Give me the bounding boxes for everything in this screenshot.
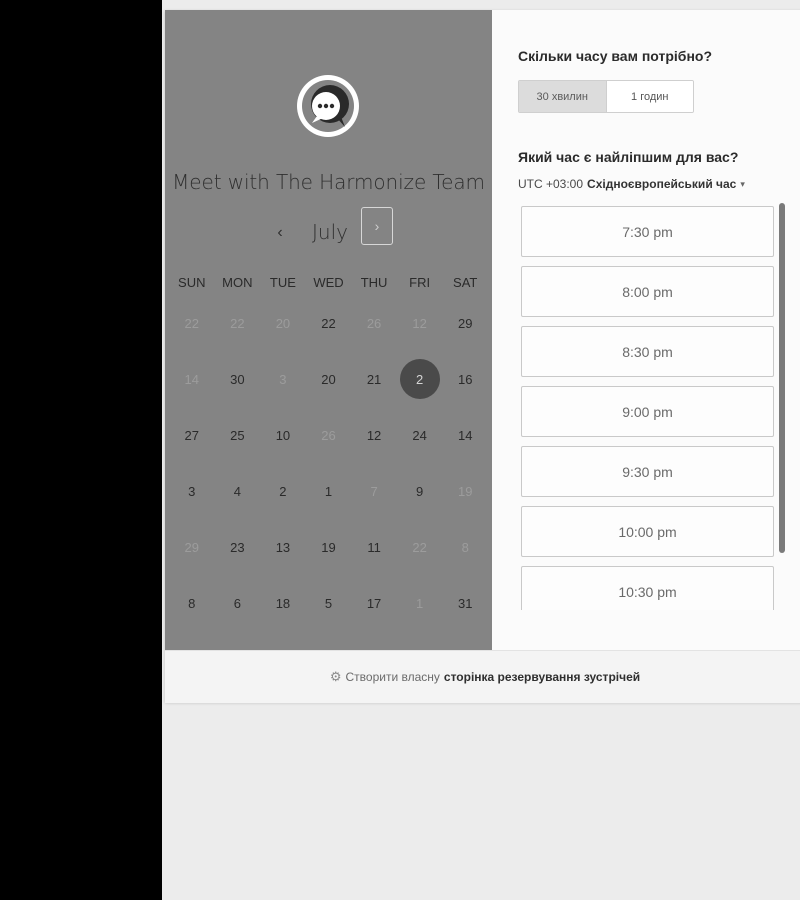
duration-30-button[interactable]: 30 хвилин <box>519 81 607 112</box>
calendar-day[interactable]: 25 <box>217 415 257 455</box>
time-slot-button[interactable]: 10:30 pm <box>521 566 774 610</box>
footer-booking-page-link[interactable]: сторінка резервування зустрічей <box>444 670 640 684</box>
calendar-day: 14 <box>184 371 200 387</box>
calendar-day: 8 <box>461 539 469 555</box>
chevron-left-icon: ‹ <box>277 224 283 241</box>
weekday-label: SAT <box>453 275 478 290</box>
timezone-select[interactable]: UTC +03:00 Східноєвропейський час ▾ <box>518 175 745 193</box>
sprocket-icon: ⚙ <box>329 669 342 684</box>
calendar-day-selected[interactable]: 2 <box>399 359 440 399</box>
calendar-day[interactable]: 4 <box>217 471 257 511</box>
calendar-day: 20 <box>275 315 291 331</box>
calendar-day: 29 <box>184 539 200 555</box>
calendar-day[interactable]: 17 <box>354 583 394 623</box>
calendar-day[interactable]: 13 <box>263 527 303 567</box>
calendar-day[interactable]: 29 <box>445 303 485 343</box>
calendar-day: 19 <box>457 483 473 499</box>
calendar-day[interactable]: 31 <box>445 583 485 623</box>
timezone-name: Східноєвропейський час <box>587 177 737 191</box>
calendar-day[interactable]: 11 <box>354 527 394 567</box>
time-slot-button[interactable]: 9:00 pm <box>521 386 774 437</box>
calendar-day: 1 <box>416 595 424 611</box>
calendar-day[interactable]: 21 <box>354 359 394 399</box>
footer-create-text[interactable]: Створити власну <box>346 670 440 684</box>
weekday-label: THU <box>360 275 388 290</box>
calendar-day[interactable]: 14 <box>445 415 485 455</box>
calendar-day[interactable]: 19 <box>308 527 348 567</box>
scrollbar[interactable] <box>779 203 785 553</box>
calendar-day: 12 <box>412 315 427 331</box>
weekday-label: SUN <box>178 275 206 290</box>
timezone-offset: UTC +03:00 <box>518 177 584 191</box>
calendar-day[interactable]: 24 <box>400 415 440 455</box>
weekday-label: WED <box>313 275 344 290</box>
meetings-booking-card: Meet with The Harmonize Team ‹ July › SU… <box>165 10 800 703</box>
calendar-day: 22 <box>230 315 245 331</box>
calendar-day[interactable]: 8 <box>172 583 212 623</box>
calendar-day: 22 <box>412 539 427 555</box>
chat-bubble-logo-icon <box>297 75 359 137</box>
calendar-day[interactable]: 2 <box>263 471 303 511</box>
weekday-header: SUN MON TUE WED THU FRI SAT <box>169 275 488 295</box>
time-selection-panel: Скільки часу вам потрібно? 30 хвилин 1 г… <box>492 10 800 650</box>
weekday-label: MON <box>222 275 253 290</box>
black-margin <box>0 0 162 900</box>
next-month-button[interactable]: › <box>361 207 393 245</box>
calendar-day[interactable]: 6 <box>217 583 257 623</box>
calendar-day: 3 <box>279 371 287 387</box>
calendar-day[interactable]: 12 <box>354 415 394 455</box>
weekday-label: FRI <box>409 275 431 290</box>
previous-month-button[interactable]: ‹ <box>266 218 294 248</box>
time-slot-list[interactable]: 7:30 pm 8:00 pm 8:30 pm 9:00 pm 9:30 pm 10:00… <box>521 206 787 610</box>
time-slot-button[interactable]: 7:30 pm <box>521 206 774 257</box>
calendar-day[interactable]: 20 <box>308 359 348 399</box>
calendar-day[interactable]: 23 <box>217 527 257 567</box>
caret-down-icon: ▾ <box>740 178 745 189</box>
calendar-day: 22 <box>184 315 200 331</box>
calendar-day[interactable]: 9 <box>400 471 440 511</box>
calendar-day[interactable]: 18 <box>263 583 303 623</box>
calendar-day[interactable]: 3 <box>172 471 212 511</box>
calendar-panel: Meet with The Harmonize Team ‹ July › SU… <box>165 10 492 650</box>
calendar-day: 26 <box>321 427 336 443</box>
duration-question: Скільки часу вам потрібно? <box>518 48 713 64</box>
footer: ⚙ Створити власну сторінка резервування … <box>165 650 800 703</box>
calendar-day: 26 <box>366 315 382 331</box>
calendar-grid: 22 22 20 22 26 12 29 14 30 3 20 21 2 16 27 25 10 26 12 24 14… <box>169 295 488 631</box>
month-label: July <box>312 220 348 244</box>
time-slot-button[interactable]: 8:00 pm <box>521 266 774 317</box>
duration-toggle: 30 хвилин 1 годин <box>518 80 694 113</box>
time-slot-button[interactable]: 10:00 pm <box>521 506 774 557</box>
time-slot-button[interactable]: 9:30 pm <box>521 446 774 497</box>
calendar-day[interactable]: 22 <box>308 303 348 343</box>
calendar-day[interactable]: 10 <box>263 415 303 455</box>
time-question: Який час є найліпшим для вас? <box>518 149 739 165</box>
calendar-day[interactable]: 30 <box>217 359 257 399</box>
weekday-label: TUE <box>269 275 296 290</box>
calendar-day[interactable]: 5 <box>308 583 348 623</box>
duration-60-button[interactable]: 1 годин <box>606 81 693 112</box>
calendar-day[interactable]: 27 <box>172 415 212 455</box>
calendar-day: 7 <box>370 483 378 499</box>
page-title: Meet with The Harmonize Team <box>172 170 485 194</box>
calendar-day[interactable]: 1 <box>308 471 348 511</box>
time-slot-button[interactable]: 8:30 pm <box>521 326 774 377</box>
calendar-day[interactable]: 16 <box>445 359 485 399</box>
chevron-right-icon: › <box>374 218 380 234</box>
